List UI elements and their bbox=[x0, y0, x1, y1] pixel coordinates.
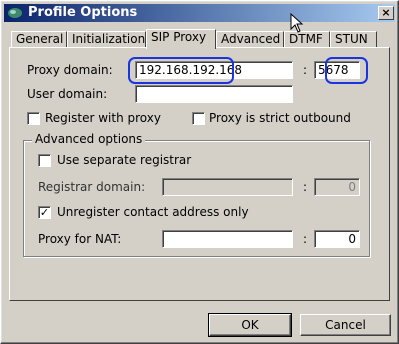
window-title: Profile Options bbox=[28, 5, 138, 20]
register-with-proxy-label[interactable]: Register with proxy bbox=[45, 111, 161, 125]
register-with-proxy-checkbox[interactable] bbox=[27, 112, 40, 125]
user-domain-input[interactable] bbox=[135, 85, 293, 103]
unregister-contact-label[interactable]: Unregister contact address only bbox=[57, 205, 249, 219]
tab-advanced[interactable]: Advanced bbox=[216, 31, 284, 48]
registrar-domain-label: Registrar domain: bbox=[38, 180, 146, 194]
user-domain-label: User domain: bbox=[27, 87, 108, 101]
profile-options-dialog: Profile Options × General Initialization… bbox=[0, 0, 399, 344]
proxy-for-nat-label: Proxy for NAT: bbox=[38, 232, 122, 246]
nat-port-separator: : bbox=[303, 232, 308, 246]
separate-registrar-label[interactable]: Use separate registrar bbox=[57, 153, 191, 167]
title-bar[interactable]: Profile Options × bbox=[4, 4, 395, 22]
tab-initialization[interactable]: Initialization bbox=[67, 31, 146, 48]
tab-dtmf[interactable]: DTMF bbox=[284, 31, 330, 48]
nat-port-input[interactable]: 0 bbox=[314, 230, 360, 248]
tab-stun[interactable]: STUN bbox=[330, 31, 377, 48]
app-icon bbox=[8, 8, 22, 18]
separate-registrar-checkbox[interactable] bbox=[38, 154, 51, 167]
annotation-circle-port bbox=[325, 57, 368, 84]
proxy-for-nat-input[interactable] bbox=[162, 230, 293, 248]
close-button[interactable]: × bbox=[378, 6, 394, 20]
mouse-cursor-icon bbox=[290, 13, 304, 33]
ok-button[interactable]: OK bbox=[208, 313, 292, 337]
tab-sip-proxy[interactable]: SIP Proxy bbox=[146, 29, 216, 49]
registrar-port-input[interactable]: 0 bbox=[314, 178, 360, 196]
advanced-options-title: Advanced options bbox=[32, 132, 146, 146]
port-separator: : bbox=[303, 63, 308, 77]
registrar-port-separator: : bbox=[303, 180, 308, 194]
proxy-domain-label: Proxy domain: bbox=[27, 63, 113, 77]
unregister-contact-checkbox[interactable]: ✓ bbox=[38, 206, 51, 219]
cancel-button[interactable]: Cancel bbox=[300, 314, 391, 336]
registrar-domain-input[interactable] bbox=[162, 178, 293, 196]
strict-outbound-checkbox[interactable] bbox=[192, 112, 205, 125]
strict-outbound-label[interactable]: Proxy is strict outbound bbox=[209, 111, 351, 125]
tab-general[interactable]: General bbox=[11, 31, 67, 48]
annotation-circle-domain bbox=[128, 57, 234, 84]
